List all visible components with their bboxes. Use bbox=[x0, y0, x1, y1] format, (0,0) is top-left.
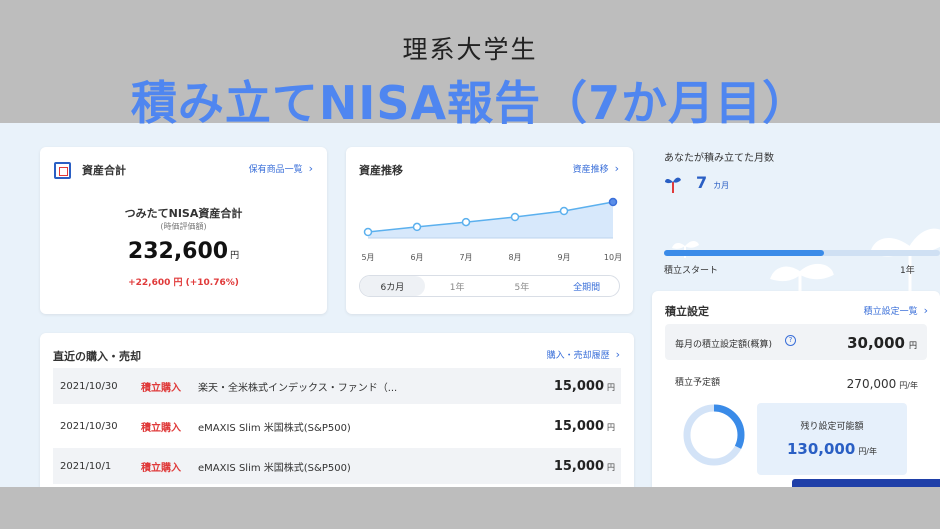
chevron-right-icon: › bbox=[308, 162, 313, 175]
months-count: 7 カ月 bbox=[696, 173, 729, 192]
wallet-icon bbox=[54, 162, 71, 179]
row-amount: 15,000 円 bbox=[554, 419, 615, 434]
trend-point bbox=[559, 206, 569, 216]
trend-point bbox=[363, 227, 373, 237]
help-icon[interactable]: ? bbox=[785, 335, 796, 346]
row-amount: 15,000 円 bbox=[554, 379, 615, 394]
remaining-amount-value: 130,000 bbox=[786, 440, 856, 458]
transaction-row[interactable]: 2021/10/1 積立購入 eMAXIS Slim 米国株式(S&P500) … bbox=[53, 448, 621, 484]
row-amount: 15,000 円 bbox=[554, 459, 615, 474]
asset-trend-card: 資産推移 資産推移 › 5月 6月 7月 8月 9月 10月 6カ月 1年 5年 全期間 bbox=[346, 147, 633, 314]
trend-x-tick: 10月 bbox=[604, 253, 622, 262]
asset-trend-chart: 5月 6月 7月 8月 9月 10月 bbox=[361, 197, 622, 262]
holdings-link[interactable]: 保有商品一覧 › bbox=[249, 162, 313, 175]
months-count-unit: カ月 bbox=[713, 181, 730, 190]
holdings-link-label: 保有商品一覧 bbox=[248, 165, 303, 175]
end-label: 1年 bbox=[900, 266, 915, 276]
remaining-donut-chart bbox=[683, 404, 745, 466]
bottom-banner-background bbox=[0, 487, 940, 529]
settings-list-link-label: 積立設定一覧 bbox=[863, 307, 918, 317]
planned-amount-unit: 円/年 bbox=[899, 381, 918, 390]
remaining-label: 残り設定可能額 bbox=[800, 422, 864, 432]
row-amount-value: 15,000 bbox=[553, 458, 604, 474]
row-date: 2021/10/30 bbox=[60, 420, 118, 432]
row-type: 積立購入 bbox=[141, 462, 181, 474]
monthly-setting-label: 毎月の積立設定額(概算) bbox=[675, 340, 773, 350]
trend-x-tick: 8月 bbox=[508, 253, 521, 262]
months-title: あなたが積み立てた月数 bbox=[664, 153, 774, 164]
history-link-label: 購入・売却履歴 bbox=[546, 351, 610, 361]
transaction-row[interactable]: 2021/10/30 積立購入 楽天・全米株式インデックス・ファンド（... 1… bbox=[53, 368, 621, 404]
row-type: 積立購入 bbox=[141, 382, 181, 394]
transaction-row[interactable]: 2021/10/30 積立購入 eMAXIS Slim 米国株式(S&P500)… bbox=[53, 408, 621, 444]
remaining-amount-unit: 円/年 bbox=[858, 447, 878, 456]
row-fund-name: eMAXIS Slim 米国株式(S&P500) bbox=[198, 462, 351, 474]
asset-card-title: 資産合計 bbox=[82, 164, 126, 177]
trend-x-tick: 9月 bbox=[557, 253, 570, 262]
trend-x-tick: 6月 bbox=[410, 253, 423, 262]
months-progress-fill bbox=[664, 250, 825, 256]
monthly-amount-value: 30,000 bbox=[847, 334, 905, 352]
range-selector: 6カ月 1年 5年 全期間 bbox=[359, 275, 620, 297]
nisa-dashboard: 資産合計 保有商品一覧 › つみたてNISA資産合計 (時価評価額) 232,60… bbox=[0, 123, 940, 487]
asset-total-card: 資産合計 保有商品一覧 › つみたてNISA資産合計 (時価評価額) 232,60… bbox=[40, 147, 327, 314]
row-amount-value: 15,000 bbox=[553, 418, 604, 434]
blog-subtitle: 理系大学生 bbox=[402, 35, 538, 64]
settings-list-link[interactable]: 積立設定一覧 › bbox=[864, 304, 928, 317]
history-link[interactable]: 購入・売却履歴 › bbox=[547, 348, 620, 361]
monthly-setting-box: 毎月の積立設定額(概算) ? 30,000 円 bbox=[665, 324, 927, 360]
remaining-box: 残り設定可能額 130,000 円/年 bbox=[757, 403, 907, 475]
article-title: 積み立てNISA報告（7か月目） bbox=[130, 76, 810, 130]
total-amount-unit: 円 bbox=[230, 251, 240, 261]
months-section: あなたが積み立てた月数 7 カ月 積立スタート 1年 bbox=[652, 143, 940, 278]
row-amount-unit: 円 bbox=[607, 422, 615, 432]
total-amount-value: 232,600 bbox=[127, 239, 229, 264]
trend-x-tick: 7月 bbox=[459, 253, 472, 262]
range-5y-button[interactable]: 5年 bbox=[490, 276, 555, 296]
monthly-amount-unit: 円 bbox=[909, 341, 917, 350]
months-progress-track bbox=[664, 250, 940, 256]
trend-point bbox=[461, 217, 471, 227]
planned-amount-value: 270,000 bbox=[846, 377, 897, 391]
trend-point bbox=[510, 212, 520, 222]
trend-x-tick: 5月 bbox=[361, 253, 374, 262]
row-amount-value: 15,000 bbox=[553, 378, 604, 394]
row-date: 2021/10/1 bbox=[60, 460, 112, 472]
remaining-amount: 130,000 円/年 bbox=[757, 439, 907, 458]
row-fund-name: 楽天・全米株式インデックス・ファンド（... bbox=[198, 382, 398, 394]
planned-label: 積立予定額 bbox=[675, 378, 721, 388]
row-type: 積立購入 bbox=[141, 422, 181, 434]
recent-transactions-card: 直近の購入・売却 購入・売却履歴 › 2021/10/30 積立購入 楽天・全米株… bbox=[40, 333, 634, 487]
savings-settings-card: 積立設定 積立設定一覧 › 毎月の積立設定額(概算) ? 30,000 円 積立予定… bbox=[652, 291, 940, 487]
trend-point bbox=[412, 222, 422, 232]
trend-point bbox=[608, 197, 618, 207]
row-amount-unit: 円 bbox=[607, 382, 615, 392]
gain-amount: +22,600 円 (+10.76%) bbox=[128, 278, 239, 288]
chevron-right-icon: › bbox=[615, 348, 620, 361]
settings-title: 積立設定 bbox=[665, 305, 709, 318]
planned-amount: 270,000 円/年 bbox=[847, 373, 918, 392]
months-count-value: 7 bbox=[696, 173, 708, 192]
monthly-setting-amount: 30,000 円 bbox=[847, 333, 917, 352]
action-button[interactable] bbox=[792, 479, 940, 487]
transactions-title: 直近の購入・売却 bbox=[53, 350, 141, 363]
range-1y-button[interactable]: 1年 bbox=[425, 276, 490, 296]
range-6m-button[interactable]: 6カ月 bbox=[360, 276, 425, 296]
row-fund-name: eMAXIS Slim 米国株式(S&P500) bbox=[198, 422, 351, 434]
start-label: 積立スタート bbox=[664, 266, 719, 276]
sprout-icon bbox=[665, 177, 681, 193]
total-amount: 232,600 円 bbox=[40, 239, 327, 264]
row-date: 2021/10/30 bbox=[60, 380, 118, 392]
valuation-sublabel: (時価評価額) bbox=[160, 222, 207, 231]
range-all-button[interactable]: 全期間 bbox=[554, 276, 619, 296]
nisa-total-label: つみたてNISA資産合計 bbox=[124, 207, 243, 220]
row-amount-unit: 円 bbox=[607, 462, 615, 472]
chevron-right-icon: › bbox=[923, 304, 928, 317]
